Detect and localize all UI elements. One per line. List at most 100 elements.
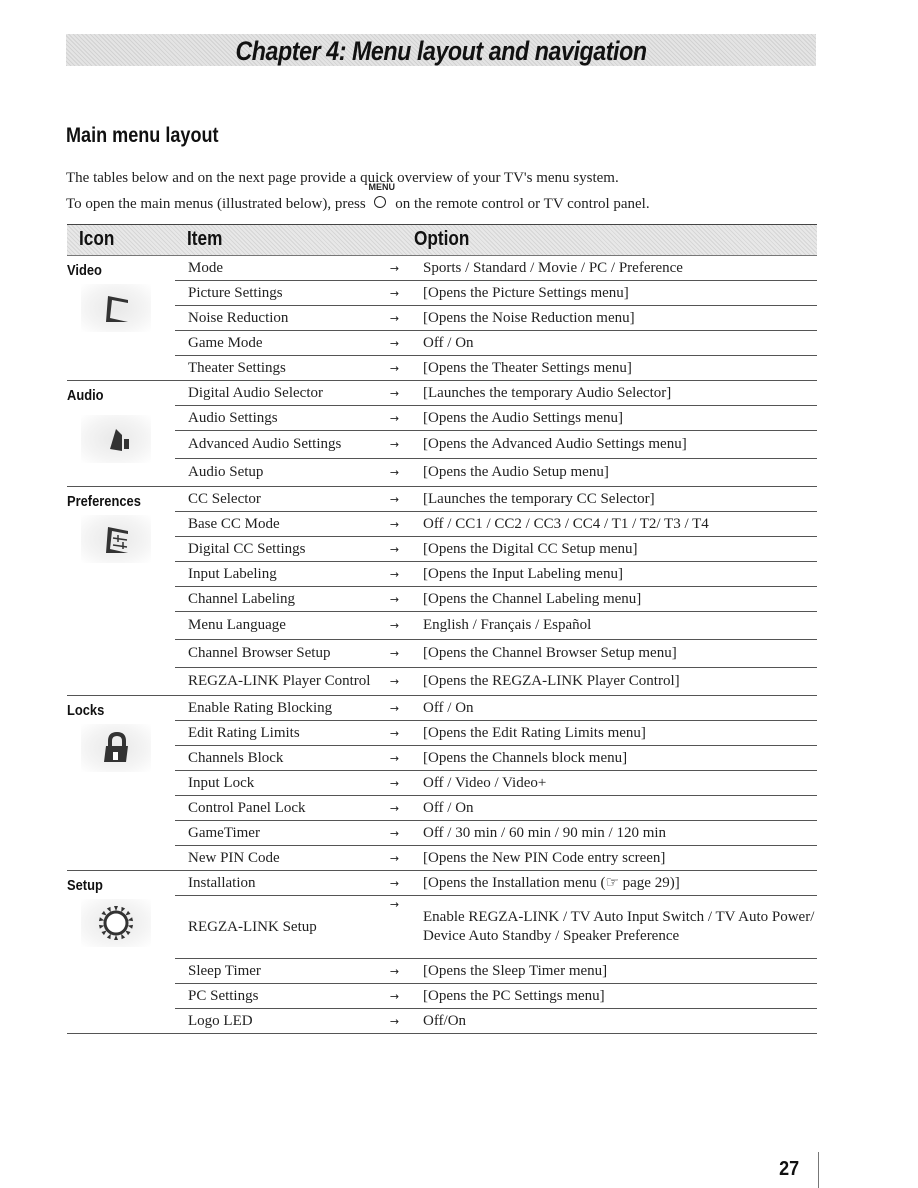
table-row: REGZA-LINK Player Control → [Opens the REG… xyxy=(175,668,817,695)
row-option: [Opens the PC Settings menu] xyxy=(423,987,605,1004)
row-option: [Opens the Channel Browser Setup menu] xyxy=(423,645,677,661)
arrow-right-icon: → xyxy=(389,466,400,479)
table-row: GameTimer → Off / 30 min / 60 min / 90 min… xyxy=(175,821,817,846)
header-option: Option xyxy=(414,228,470,250)
row-option: [Opens the Picture Settings menu] xyxy=(423,284,629,301)
arrow-right-icon: → xyxy=(389,776,400,790)
row-option: [Opens the Audio Setup menu] xyxy=(423,464,609,480)
row-option: Off / Video / Video+ xyxy=(423,774,547,791)
header-icon: Icon xyxy=(79,228,115,250)
table-row: Channel Labeling → [Opens the Channel Labe… xyxy=(175,587,817,612)
circle-button-icon xyxy=(374,196,387,208)
sliders-icon xyxy=(81,515,151,563)
group-locks: Locks Enable Rating Blocking → Off / On Edit… xyxy=(67,696,817,871)
row-option: Off / On xyxy=(423,699,474,716)
table-row: Enable Rating Blocking → Off / On xyxy=(175,696,817,721)
table-row: New PIN Code → [Opens the New PIN Code ent… xyxy=(175,846,817,870)
group-label: Preferences xyxy=(67,493,141,510)
arrow-right-icon: → xyxy=(389,989,400,1003)
row-option: Off / 30 min / 60 min / 90 min / 120 min xyxy=(423,824,667,841)
row-item: Input Lock xyxy=(188,774,255,791)
arrow-right-icon: → xyxy=(389,567,400,581)
table-row: Picture Settings → [Opens the Picture Sett… xyxy=(175,281,817,306)
row-item: Audio Settings xyxy=(188,409,278,426)
arrow-right-icon: → xyxy=(389,286,400,300)
arrow-right-icon: → xyxy=(389,438,400,451)
table-row: Sleep Timer → [Opens the Sleep Timer menu] xyxy=(175,959,817,984)
group-audio: Audio Digital Audio Selector → [Launches th… xyxy=(67,381,817,487)
row-option: [Opens the REGZA-LINK Player Control] xyxy=(423,673,680,689)
row-item: Logo LED xyxy=(188,1012,253,1029)
table-row: Audio Setup → [Opens the Audio Setup menu] xyxy=(175,459,817,486)
table-row: Audio Settings → [Opens the Audio Settings… xyxy=(175,406,817,431)
row-item: Digital Audio Selector xyxy=(188,384,323,401)
row-option: [Opens the Digital CC Setup menu] xyxy=(423,540,638,557)
arrow-right-icon: → xyxy=(389,801,400,815)
table-row: Mode → Sports / Standard / Movie / PC / Pr… xyxy=(175,256,817,281)
arrow-right-icon: → xyxy=(389,701,400,715)
arrow-right-icon: → xyxy=(389,964,400,978)
arrow-right-icon: → xyxy=(389,898,400,911)
group-label: Setup xyxy=(67,877,103,894)
row-item: REGZA-LINK Player Control xyxy=(188,673,371,689)
arrow-right-icon: → xyxy=(389,876,400,890)
table-row: Edit Rating Limits → [Opens the Edit Ratin… xyxy=(175,721,817,746)
arrow-right-icon: → xyxy=(389,492,400,506)
arrow-right-icon: → xyxy=(389,726,400,740)
row-option: [Opens the Input Labeling menu] xyxy=(423,565,623,582)
row-option: English / Français / Español xyxy=(423,617,592,633)
arrow-right-icon: → xyxy=(389,826,400,840)
row-option: [Launches the temporary CC Selector] xyxy=(423,490,655,507)
table-row: Digital CC Settings → [Opens the Digital C… xyxy=(175,537,817,562)
page-number: 27 xyxy=(779,1158,800,1180)
speaker-icon xyxy=(81,415,151,463)
chapter-banner: Chapter 4: Menu layout and navigation xyxy=(66,34,816,66)
arrow-right-icon: → xyxy=(389,619,400,632)
row-option: Off / On xyxy=(423,334,474,351)
lock-icon xyxy=(81,724,151,772)
arrow-right-icon: → xyxy=(389,542,400,556)
intro-line-2: To open the main menus (illustrated belo… xyxy=(66,182,650,213)
arrow-right-icon: → xyxy=(389,851,400,865)
row-item: Channel Browser Setup xyxy=(188,645,331,661)
row-item: Input Labeling xyxy=(188,565,277,582)
row-option: Enable REGZA-LINK / TV Auto Input Switch… xyxy=(423,909,815,944)
table-row: Installation → [Opens the Installation men… xyxy=(175,871,817,896)
intro-line-2-before: To open the main menus (illustrated belo… xyxy=(66,196,366,212)
table-row: Input Labeling → [Opens the Input Labeling… xyxy=(175,562,817,587)
row-option: Off/On xyxy=(423,1012,467,1029)
row-item: Channel Labeling xyxy=(188,590,296,607)
row-option: Off / CC1 / CC2 / CC3 / CC4 / T1 / T2/ T… xyxy=(423,515,709,532)
row-option: [Opens the Audio Settings menu] xyxy=(423,409,623,426)
row-item: Digital CC Settings xyxy=(188,540,306,557)
row-option: [Opens the Channels block menu] xyxy=(423,749,628,766)
header-item: Item xyxy=(187,228,223,250)
row-item: Menu Language xyxy=(188,617,286,633)
table-row: Channels Block → [Opens the Channels block… xyxy=(175,746,817,771)
row-item: Channels Block xyxy=(188,749,284,766)
row-item: Advanced Audio Settings xyxy=(188,436,342,452)
chapter-title: Chapter 4: Menu layout and navigation xyxy=(235,35,647,66)
arrow-right-icon: → xyxy=(389,647,400,660)
arrow-right-icon: → xyxy=(389,261,400,275)
arrow-right-icon: → xyxy=(389,336,400,350)
table-row: PC Settings → [Opens the PC Settings menu] xyxy=(175,984,817,1009)
row-item: Sleep Timer xyxy=(188,962,261,979)
group-label: Locks xyxy=(67,702,105,719)
table-row: REGZA-LINK Setup → Enable REGZA-LINK / TV … xyxy=(175,896,817,959)
arrow-right-icon: → xyxy=(389,361,400,375)
row-item: Control Panel Lock xyxy=(188,799,306,816)
arrow-right-icon: → xyxy=(389,592,400,606)
page-rule xyxy=(818,1152,819,1188)
table-row: Digital Audio Selector → [Launches the tem… xyxy=(175,381,817,406)
row-option: [Opens the Channel Labeling menu] xyxy=(423,590,642,607)
row-item: Audio Setup xyxy=(188,464,264,480)
row-item: Picture Settings xyxy=(188,284,283,301)
section-title: Main menu layout xyxy=(66,124,219,147)
video-icon xyxy=(81,284,151,332)
row-option: [Opens the Installation menu (☞ page 29)… xyxy=(423,874,680,891)
row-item: Theater Settings xyxy=(188,359,286,376)
row-item: PC Settings xyxy=(188,987,259,1004)
gear-icon xyxy=(81,899,151,947)
menu-button-icon: MENU xyxy=(368,182,395,208)
